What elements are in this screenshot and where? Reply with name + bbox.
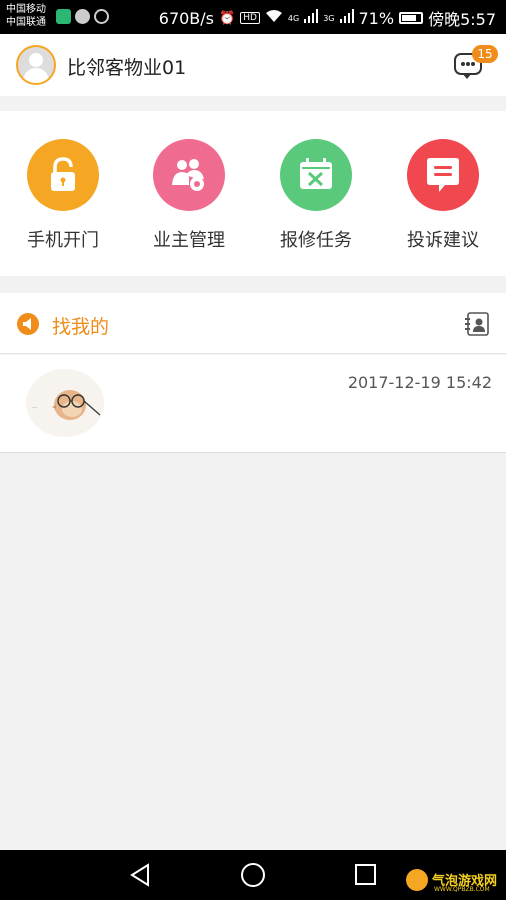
complaint-icon: [407, 139, 479, 211]
unlock-icon: [27, 139, 99, 211]
avatar-head: [29, 53, 43, 67]
grid-label-repair: 报修任务: [280, 230, 352, 251]
battery-percent: 71%: [358, 8, 395, 28]
grid-label-complaint: 投诉建议: [407, 230, 479, 251]
grid-label-owners: 业主管理: [153, 230, 225, 251]
svg-text:···: ···: [32, 405, 37, 411]
back-icon[interactable]: [128, 862, 154, 888]
signal-bars-2-icon: [339, 9, 354, 27]
signal-3g-icon: 3G: [323, 13, 335, 23]
watermark-sub: WWW.QPBZB.COM: [434, 886, 490, 893]
battery-icon: [399, 12, 424, 24]
watermark-logo-icon: [406, 869, 428, 891]
grid-item-unlock[interactable]: 手机开门: [8, 139, 118, 259]
section-header: 找我的: [0, 293, 506, 354]
app-notification-icon: [56, 9, 71, 24]
recents-icon[interactable]: [353, 862, 379, 888]
clock: 傍晚5:57: [428, 10, 496, 29]
wifi-icon: [265, 9, 283, 27]
avatar[interactable]: [16, 45, 56, 85]
grid-item-complaint[interactable]: 投诉建议: [388, 139, 498, 259]
repair-icon: [280, 139, 352, 211]
item-image: ···: [26, 369, 104, 437]
signal-4g-icon: 4G: [287, 13, 300, 23]
owners-icon: [153, 139, 225, 211]
home-icon[interactable]: [240, 862, 266, 888]
megaphone-icon: [16, 312, 40, 336]
status-bar: 中国移动 中国联通 670B/s ⏰ HD 4G 3G 71% 傍晚5:57: [0, 0, 506, 34]
carrier-2: 中国联通: [6, 17, 46, 28]
function-grid: 手机开门 业主管理 报修任务 投诉建议: [0, 111, 506, 276]
grid-item-owners[interactable]: 业主管理: [134, 139, 244, 259]
list-item[interactable]: ··· 2017-12-19 15:42: [0, 355, 506, 453]
grid-label-unlock: 手机开门: [27, 230, 99, 251]
section-title: 找我的: [52, 316, 110, 338]
message-badge: 15: [472, 45, 498, 63]
navigation-bar: [0, 850, 506, 900]
app-header: 比邻客物业01: [0, 34, 506, 96]
contacts-icon[interactable]: [464, 311, 490, 337]
avatar-body: [23, 68, 49, 83]
signal-bars-icon: [304, 9, 319, 27]
carrier-1: 中国移动: [6, 4, 46, 15]
community-name: 比邻客物业01: [67, 57, 187, 79]
notification-icons: [56, 9, 109, 24]
net-speed: 670B/s: [158, 8, 215, 28]
alarm-icon: ⏰: [219, 10, 236, 26]
item-time: 2017-12-19 15:42: [347, 373, 492, 392]
app-icon: [94, 9, 109, 24]
status-right: 670B/s ⏰ HD 4G 3G 71% 傍晚5:57: [159, 6, 496, 30]
message-icon-tail: [462, 73, 472, 79]
grid-item-repair[interactable]: 报修任务: [261, 139, 371, 259]
hd-icon: HD: [240, 12, 260, 24]
chat-notification-icon: [75, 9, 90, 24]
carrier-info: 中国移动 中国联通: [6, 3, 46, 29]
